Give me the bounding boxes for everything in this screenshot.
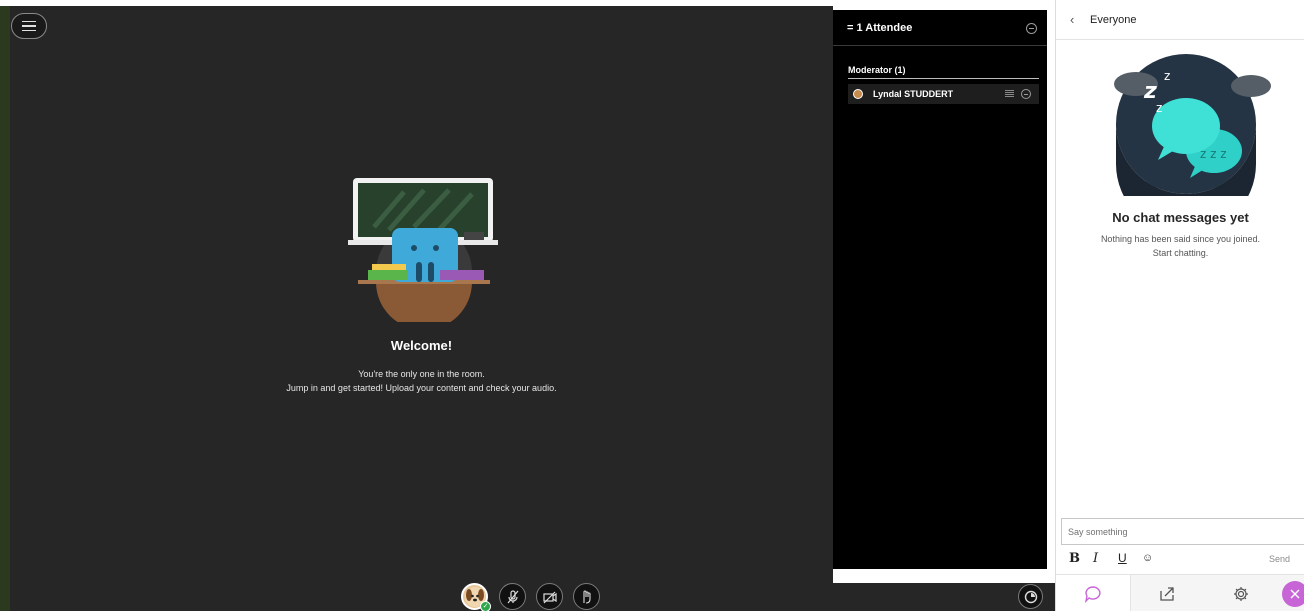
sleep-z-glyph: z [1143,79,1157,104]
session-menu-button[interactable] [11,13,47,39]
send-button[interactable]: Send [1269,554,1290,564]
collapse-attendees-icon[interactable] [1026,23,1037,34]
book-stack [440,270,484,280]
sleep-z-glyph: z [1156,101,1162,115]
share-content-icon [1160,586,1174,601]
menu-icon-line [22,25,36,27]
divider [848,78,1039,79]
moderator-heading: Moderator (1) [848,65,906,75]
mascot-leg-right [428,262,434,282]
italic-button[interactable]: I [1093,551,1098,566]
welcome-title: Welcome! [390,338,453,353]
bold-button[interactable]: B [1069,551,1080,566]
tab-chat[interactable] [1056,575,1131,611]
empty-chat-message: Nothing has been said since you joined. [1100,234,1261,244]
empty-room-illustration [348,178,498,322]
welcome-message: Jump in and get started! Upload your con… [286,383,557,393]
raise-hand-button[interactable] [573,583,600,610]
gear-icon [1234,586,1248,601]
control-bar: ✓ [10,583,1055,611]
chat-bubble-icon [1084,585,1101,603]
attendee-count: = 1 Attendee [847,22,913,34]
attendee-name: Lyndal STUDDERT [873,89,954,99]
mascot-eye-left [411,245,417,251]
tab-share-content[interactable] [1132,575,1202,611]
app-window: Welcome! You're the only one in the room… [0,0,1304,611]
illustration-floor [376,282,472,322]
underline-button[interactable]: U [1118,551,1127,565]
camera-off-icon [542,591,557,603]
close-icon [1290,589,1300,599]
close-panel-button[interactable] [1282,581,1304,607]
welcome-message: You're the only one in the room. [358,369,485,379]
collaborate-panel-nav [1056,574,1304,611]
check-icon: ✓ [480,601,491,611]
sleep-z-glyph: z z z [1200,147,1227,161]
empty-chat-message: Start chatting. [1152,248,1209,258]
chat-channel-title: Everyone [1090,14,1137,26]
no-messages-illustration: z z z z z z [1114,54,1271,196]
cloud [1231,75,1271,97]
eraser [464,232,484,240]
emoji-button[interactable]: ☺ [1142,552,1153,564]
chat-panel: ‹ Everyone z z z z z z No chat messages … [1055,0,1304,611]
tab-settings[interactable] [1206,575,1276,611]
main-stage: Welcome! You're the only one in the room… [10,6,833,611]
network-status-icon [1024,590,1037,603]
left-frame [0,6,10,611]
microphone-off-icon [507,589,518,603]
back-chevron-icon[interactable]: ‹ [1070,12,1074,27]
empty-chat-title: No chat messages yet [1112,210,1249,225]
chat-header: ‹ Everyone [1056,0,1304,40]
formatting-toolbar: B I U ☺ Send [1056,548,1304,570]
my-status-button[interactable]: ✓ [461,583,491,611]
attendee-options-icon[interactable] [1021,89,1031,99]
attendee-status-icon [1005,90,1014,98]
sleep-z-glyph: z [1164,69,1170,83]
attendees-header: = 1 Attendee [833,10,1047,46]
attendee-row[interactable]: Lyndal STUDDERT [848,84,1039,104]
mascot-leg-left [416,262,422,282]
menu-icon-line [22,29,36,32]
book-stack [372,264,406,270]
mascot-eye-right [433,245,439,251]
raise-hand-icon [582,589,591,604]
camera-button[interactable] [536,583,563,610]
book-stack [368,270,408,280]
attendees-panel: = 1 Attendee Moderator (1) Lyndal STUDDE… [833,10,1047,569]
menu-icon-line [22,20,36,23]
network-status-button[interactable] [1018,584,1043,609]
chat-message-input[interactable] [1061,518,1304,545]
avatar [853,89,863,99]
microphone-button[interactable] [499,583,526,610]
